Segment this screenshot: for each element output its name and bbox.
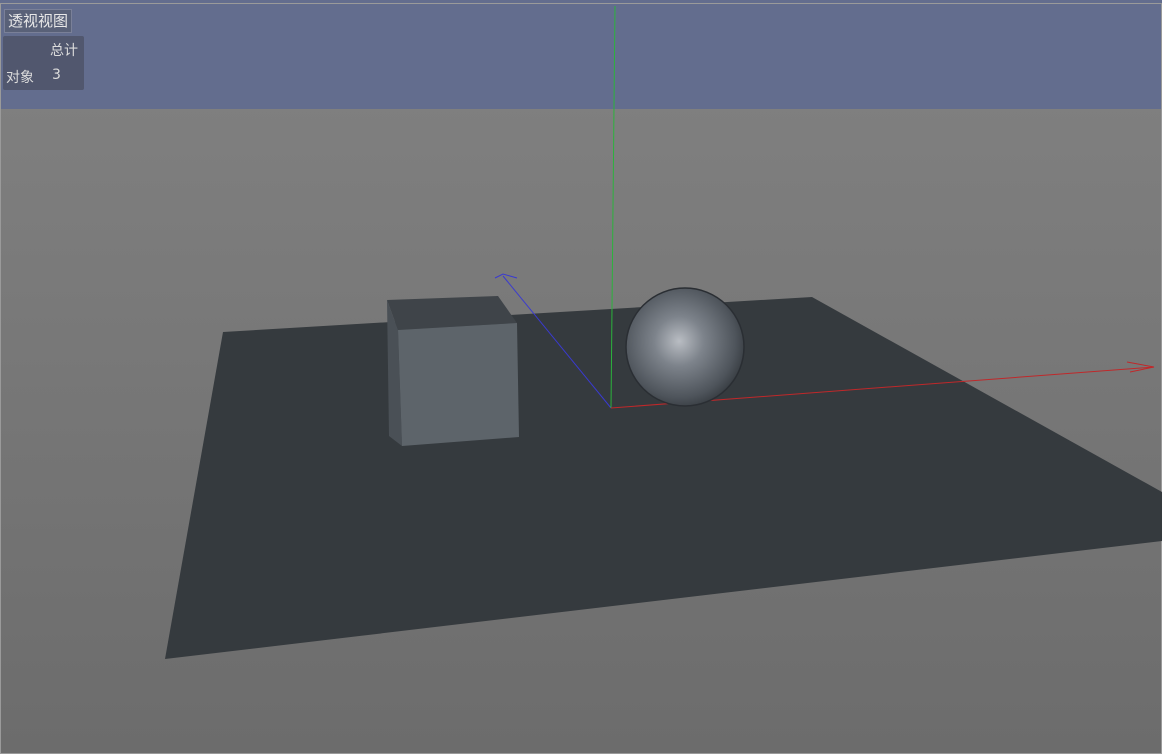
viewport-title[interactable]: 透视视图	[4, 9, 73, 33]
stats-panel: 总计 对象 3	[3, 36, 84, 90]
stats-column-header: 总计	[50, 43, 78, 59]
perspective-viewport[interactable]: 透视视图 总计 对象 3	[0, 0, 1162, 754]
horizon-band	[0, 0, 1162, 109]
3d-scene[interactable]	[0, 0, 1162, 754]
cube-front-face[interactable]	[398, 323, 519, 446]
stats-row-label: 对象	[6, 70, 34, 86]
stats-row-value: 3	[52, 67, 61, 83]
